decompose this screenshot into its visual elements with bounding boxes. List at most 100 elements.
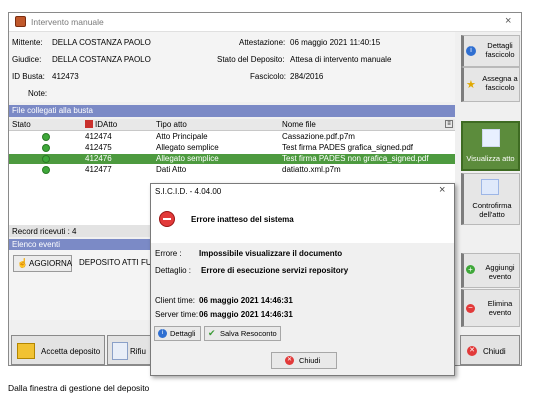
column-idatto[interactable]: IDAtto	[95, 120, 117, 129]
reject-document-icon	[112, 342, 128, 360]
dettaglio-label: Dettaglio :	[155, 266, 192, 275]
cell-idatto: 412476	[85, 154, 112, 163]
cell-tipo: Atto Principale	[156, 132, 208, 141]
cell-nome: datiatto.xml.p7m	[282, 165, 341, 174]
close-icon[interactable]: ×	[505, 15, 511, 27]
cell-tipo: Allegato semplice	[156, 143, 219, 152]
visualizza-atto-label: Visualizza atto	[466, 154, 515, 163]
error-dialog: S.I.C.I.D. - 4.04.00 × Errore inatteso d…	[150, 183, 455, 376]
window-title: Intervento manuale	[31, 17, 104, 27]
dialog-header: Errore inatteso del sistema	[151, 198, 454, 244]
column-chooser-icon[interactable]: ≡	[445, 120, 453, 128]
dettagli-button[interactable]: i Dettagli	[154, 326, 201, 341]
check-icon	[42, 133, 50, 141]
giudice-value: DELLA COSTANZA PAOLO	[52, 55, 151, 64]
dialog-body: Errore : Impossibile visualizzare il doc…	[151, 243, 454, 375]
salva-resoconto-label: Salva Resoconto	[220, 329, 277, 338]
errore-value: Impossibile visualizzare il documento	[199, 249, 343, 258]
chiudi-dialog-button[interactable]: ✕ Chiudi	[271, 352, 337, 369]
idbusta-label: ID Busta:	[12, 72, 45, 81]
assegna-fascicolo-button[interactable]: ★ Assegna a fascicolo	[461, 67, 520, 102]
cell-nome: Test firma PADES non grafica_signed.pdf	[282, 154, 429, 163]
cell-idatto: 412474	[85, 132, 112, 141]
attestazione-value: 06 maggio 2021 11:40:15	[290, 38, 381, 47]
aggiorna-label: AGGIORNA	[29, 259, 73, 268]
close-circle-icon: ✕	[467, 346, 477, 356]
chiudi-dialog-label: Chiudi	[299, 356, 321, 365]
dettagli-fascicolo-button[interactable]: i Dettagli fascicolo	[461, 35, 520, 67]
errore-label: Errore :	[155, 249, 182, 258]
close-icon[interactable]: ×	[439, 184, 445, 196]
assegna-fascicolo-label: Assegna a fascicolo	[482, 74, 518, 92]
close-circle-icon: ✕	[285, 356, 294, 365]
app-icon	[15, 16, 26, 27]
dettagli-label: Dettagli	[170, 329, 196, 338]
figure-caption: Dalla finestra di gestione del deposito	[8, 383, 150, 393]
cell-nome: Cassazione.pdf.p7m	[282, 132, 355, 141]
files-section-title: File collegati alla busta	[9, 105, 455, 117]
aggiorna-button[interactable]: ☝ AGGIORNA	[13, 255, 72, 272]
giudice-label: Giudice:	[12, 55, 42, 64]
cell-nome: Test firma PADES grafica_signed.pdf	[282, 143, 414, 152]
chiudi-main-button[interactable]: ✕ Chiudi	[460, 335, 520, 365]
cell-idatto: 412475	[85, 143, 112, 152]
column-nome-file[interactable]: Nome file	[282, 120, 316, 129]
cell-tipo: Dati Atto	[156, 165, 187, 174]
client-time-value: 06 maggio 2021 14:46:31	[199, 296, 293, 305]
elimina-evento-label: Elimina evento	[487, 299, 513, 317]
folder-icon	[17, 343, 35, 359]
info-icon: i	[158, 329, 167, 338]
visualizza-atto-button[interactable]: Visualizza atto	[461, 121, 520, 171]
check-icon	[42, 155, 50, 163]
attestazione-label: Attestazione:	[239, 38, 286, 47]
hand-icon: ☝	[17, 258, 29, 268]
rifiuta-deposito-button[interactable]: Rifiu	[107, 335, 155, 365]
table-row[interactable]: 412477 Dati Atto datiatto.xml.p7m	[9, 165, 455, 175]
plus-icon: +	[466, 265, 475, 274]
cell-tipo: Allegato semplice	[156, 154, 219, 163]
controfirma-label: Controfirma dell'atto	[472, 201, 512, 219]
accetta-deposito-label: Accetta deposito	[41, 347, 101, 356]
deposit-header: Mittente: DELLA COSTANZA PAOLO Giudice: …	[9, 32, 455, 102]
view-document-icon	[482, 129, 500, 147]
rifiuta-deposito-label: Rifiu	[130, 347, 147, 356]
dettaglio-value: Errore di esecuzione servizi repository	[201, 266, 349, 275]
document-icon	[85, 120, 93, 128]
server-time-label: Server time:	[155, 310, 199, 319]
info-icon: i	[466, 46, 476, 56]
column-stato[interactable]: Stato	[12, 120, 31, 129]
check-icon	[42, 166, 50, 174]
star-icon: ★	[466, 79, 476, 91]
table-row[interactable]: 412474 Atto Principale Cassazione.pdf.p7…	[9, 132, 455, 142]
salva-resoconto-button[interactable]: ✔ Salva Resoconto	[204, 326, 281, 341]
aggiungi-evento-label: Aggiungi evento	[485, 263, 515, 281]
save-check-icon: ✔	[208, 328, 216, 338]
dialog-title: S.I.C.I.D. - 4.04.00	[155, 187, 222, 196]
controfirma-button[interactable]: Controfirma dell'atto	[461, 173, 520, 225]
idbusta-value: 412473	[52, 72, 79, 81]
check-icon	[42, 144, 50, 152]
fascicolo-value: 284/2016	[290, 72, 324, 81]
column-tipo-atto[interactable]: Tipo atto	[156, 120, 187, 129]
note-label: Note:	[28, 89, 48, 98]
accetta-deposito-button[interactable]: Accetta deposito	[11, 335, 105, 365]
fascicolo-label: Fascicolo:	[250, 72, 287, 81]
dialog-heading: Errore inatteso del sistema	[191, 215, 294, 224]
aggiungi-evento-button[interactable]: + Aggiungi evento	[461, 253, 520, 288]
server-time-value: 06 maggio 2021 14:46:31	[199, 310, 293, 319]
elimina-evento-button[interactable]: − Elimina evento	[461, 289, 520, 327]
mittente-value: DELLA COSTANZA PAOLO	[52, 38, 151, 47]
sign-document-icon	[481, 179, 499, 195]
client-time-label: Client time:	[155, 296, 196, 305]
cell-idatto: 412477	[85, 165, 112, 174]
stato-value: Attesa di intervento manuale	[290, 55, 392, 64]
error-dash	[163, 218, 171, 220]
table-header: Stato IDAtto Tipo atto Nome file ≡	[9, 119, 455, 131]
record-count: Record ricevuti : 4	[12, 227, 77, 236]
stato-label: Stato del Deposito:	[217, 55, 285, 64]
table-row-selected[interactable]: 412476 Allegato semplice Test firma PADE…	[9, 154, 455, 164]
dettagli-fascicolo-label: Dettagli fascicolo	[485, 41, 515, 59]
error-icon	[159, 211, 175, 227]
minus-icon: −	[466, 304, 475, 313]
table-row[interactable]: 412475 Allegato semplice Test firma PADE…	[9, 143, 455, 153]
